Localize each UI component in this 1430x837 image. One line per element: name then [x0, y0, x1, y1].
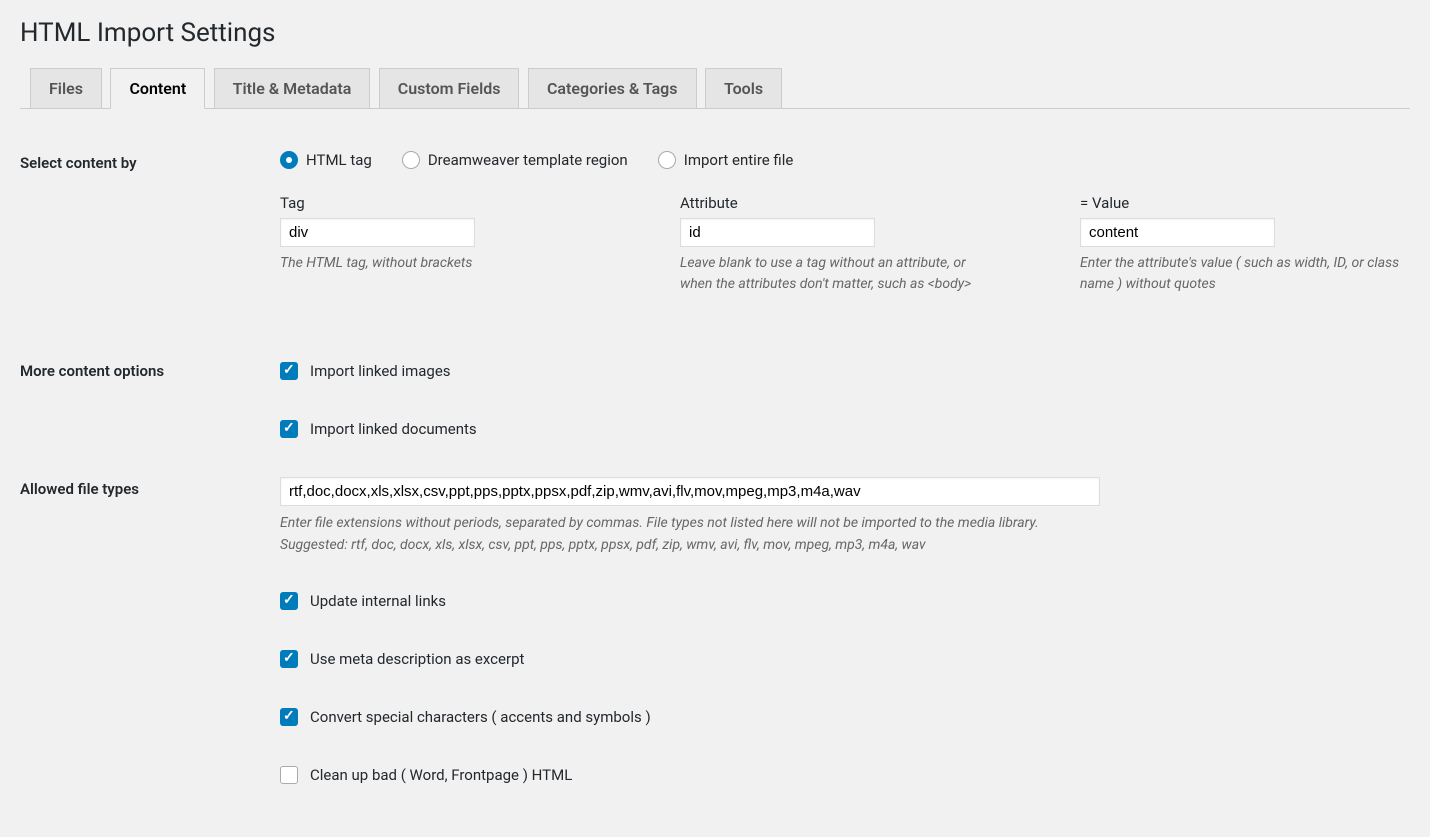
checkbox-convert-chars[interactable] [280, 708, 298, 726]
radio-dreamweaver-label: Dreamweaver template region [428, 151, 628, 169]
tab-title-metadata[interactable]: Title & Metadata [214, 68, 371, 108]
tag-col-tag: Tag The HTML tag, without brackets [280, 194, 600, 295]
page-title: HTML Import Settings [20, 10, 1410, 48]
tab-content[interactable]: Content [110, 68, 205, 109]
checkbox-clean-html[interactable] [280, 766, 298, 784]
checkbox-update-links[interactable] [280, 592, 298, 610]
attribute-help: Leave blank to use a tag without an attr… [680, 253, 1000, 295]
tab-categories-tags[interactable]: Categories & Tags [528, 68, 697, 108]
radio-html-tag-label: HTML tag [306, 151, 372, 169]
value-help: Enter the attribute's value ( such as wi… [1080, 253, 1400, 295]
checkbox-convert-chars-label: Convert special characters ( accents and… [310, 708, 651, 726]
attribute-col-label: Attribute [680, 194, 1000, 212]
attribute-input[interactable] [680, 218, 875, 247]
checkbox-import-documents[interactable] [280, 420, 298, 438]
tag-col-tag-label: Tag [280, 194, 600, 212]
allowed-types-help: Enter file extensions without periods, s… [280, 512, 1400, 557]
radio-entire-file[interactable]: Import entire file [658, 151, 794, 169]
radio-html-tag[interactable]: HTML tag [280, 151, 372, 169]
radio-entire-file-label: Import entire file [684, 151, 794, 169]
checkbox-import-documents-label: Import linked documents [310, 420, 477, 438]
tab-nav: Files Content Title & Metadata Custom Fi… [20, 68, 1410, 109]
tab-files[interactable]: Files [30, 68, 102, 108]
tab-tools[interactable]: Tools [705, 68, 782, 108]
select-content-label: Select content by [20, 139, 280, 307]
checkbox-use-meta-label: Use meta description as excerpt [310, 650, 524, 668]
more-options-label: More content options [20, 307, 280, 465]
checkbox-use-meta[interactable] [280, 650, 298, 668]
radio-dreamweaver-input[interactable] [402, 151, 420, 169]
select-content-radios: HTML tag Dreamweaver template region Imp… [280, 151, 1400, 169]
radio-html-tag-input[interactable] [280, 151, 298, 169]
radio-entire-file-input[interactable] [658, 151, 676, 169]
checkbox-import-images[interactable] [280, 362, 298, 380]
tag-columns: Tag The HTML tag, without brackets Attri… [280, 194, 1400, 295]
allowed-types-input[interactable] [280, 477, 1100, 506]
checkbox-import-images-label: Import linked images [310, 362, 451, 380]
tag-input[interactable] [280, 218, 475, 247]
tag-help: The HTML tag, without brackets [280, 253, 600, 274]
radio-dreamweaver[interactable]: Dreamweaver template region [402, 151, 628, 169]
checkbox-update-links-label: Update internal links [310, 592, 446, 610]
tab-custom-fields[interactable]: Custom Fields [379, 68, 520, 108]
tag-col-value: = Value Enter the attribute's value ( su… [1080, 194, 1400, 295]
allowed-types-label: Allowed file types [20, 465, 280, 811]
allowed-types-help-2: Suggested: rtf, doc, docx, xls, xlsx, cs… [280, 534, 1400, 556]
tag-col-attribute: Attribute Leave blank to use a tag witho… [680, 194, 1000, 295]
value-col-label: = Value [1080, 194, 1400, 212]
value-input[interactable] [1080, 218, 1275, 247]
checkbox-clean-html-label: Clean up bad ( Word, Frontpage ) HTML [310, 766, 572, 784]
allowed-types-help-1: Enter file extensions without periods, s… [280, 512, 1400, 534]
